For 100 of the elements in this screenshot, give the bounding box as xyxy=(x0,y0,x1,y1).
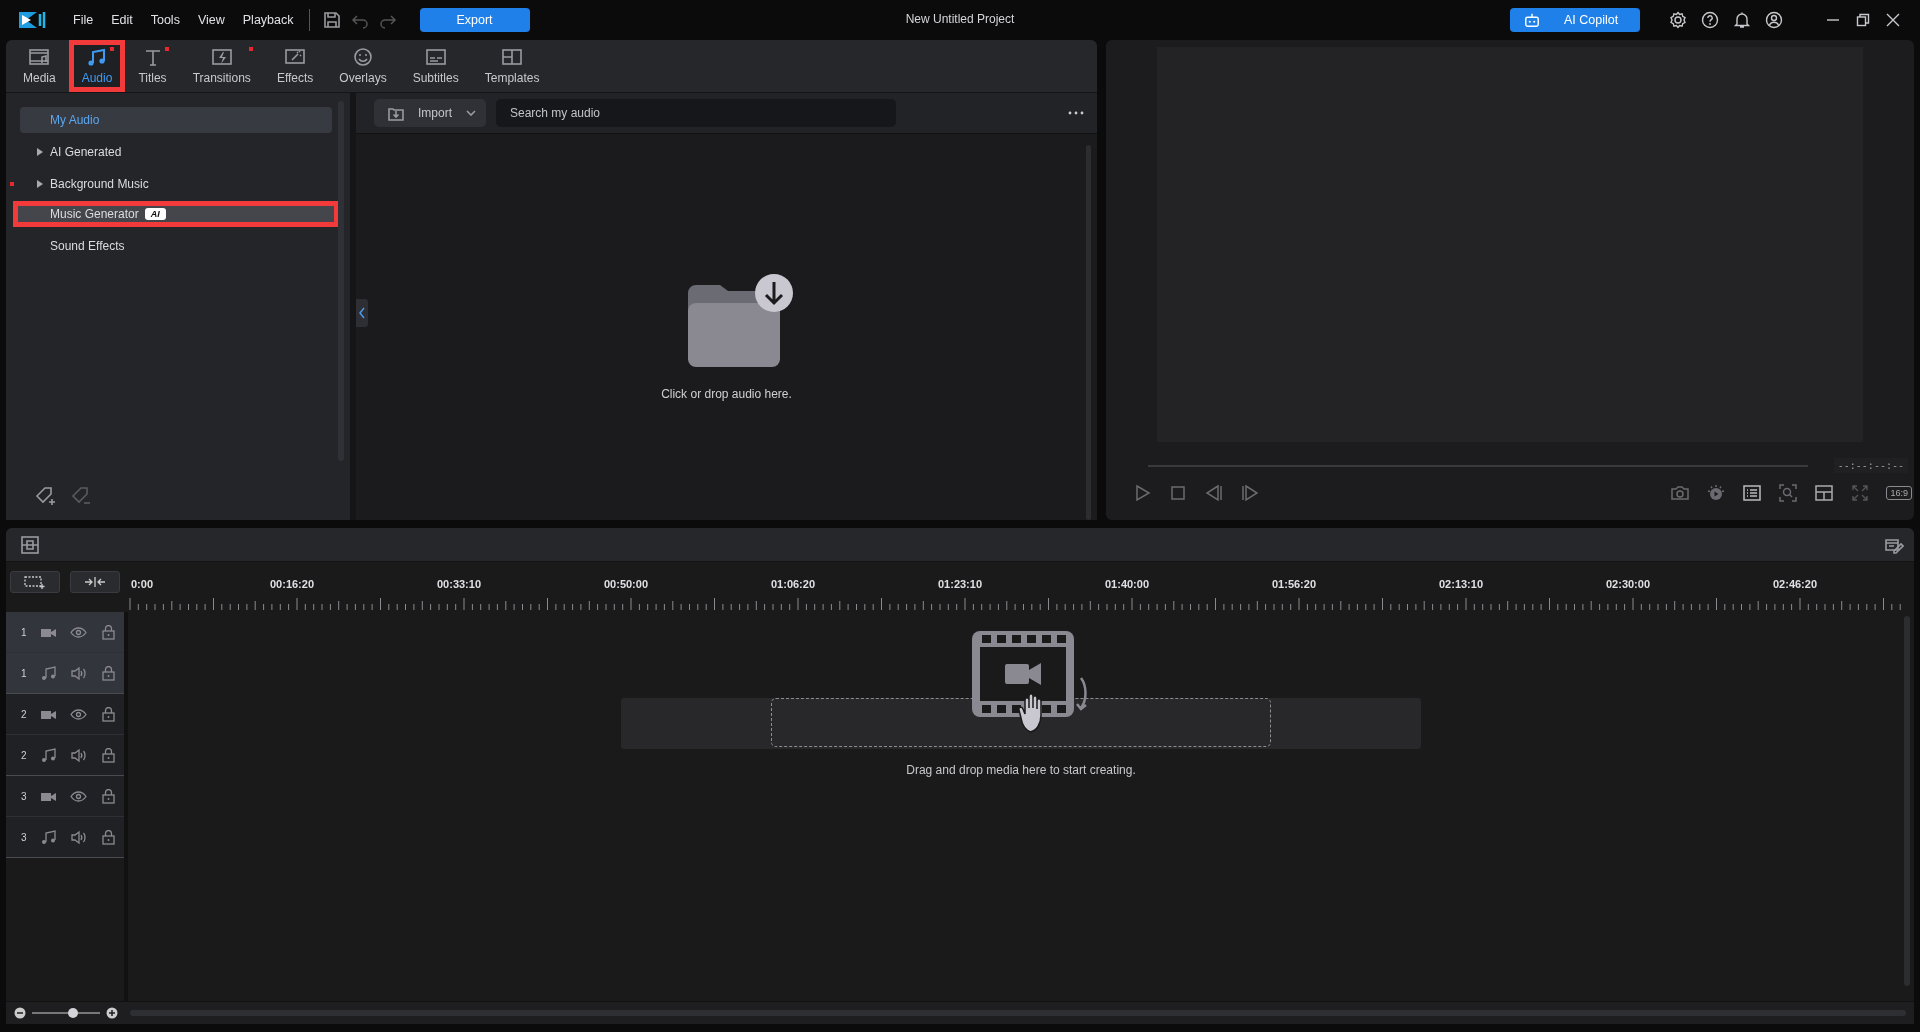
track-add-icon xyxy=(23,575,47,589)
zoom-icon[interactable] xyxy=(1778,483,1799,503)
eye-icon[interactable] xyxy=(70,624,87,640)
ruler-label: 01:56:20 xyxy=(1272,578,1316,590)
effects-icon xyxy=(284,47,307,67)
ruler-label: 00:50:00 xyxy=(604,578,648,590)
track-header[interactable]: 2 xyxy=(6,694,124,735)
templates-icon xyxy=(501,47,524,67)
previous-frame-icon[interactable] xyxy=(1204,483,1224,503)
music-note-icon xyxy=(40,665,57,681)
category-item[interactable]: Background Music xyxy=(20,171,332,197)
track-number: 2 xyxy=(21,749,27,761)
fit-icon xyxy=(83,575,107,589)
category-item[interactable]: AI Generated xyxy=(20,139,332,165)
track-number: 3 xyxy=(21,831,27,843)
music-note-icon xyxy=(40,747,57,763)
settings-icon[interactable] xyxy=(1669,11,1687,29)
import-button[interactable]: Import xyxy=(374,99,486,127)
list-icon[interactable] xyxy=(1742,483,1763,503)
track-number: 1 xyxy=(21,626,27,638)
fit-timeline-button[interactable] xyxy=(70,571,120,593)
search-field[interactable]: Search my audio xyxy=(496,99,896,127)
empty-message: Click or drop audio here. xyxy=(661,387,792,401)
expand-arrow-icon[interactable] xyxy=(36,180,43,188)
track-number: 2 xyxy=(21,708,27,720)
playback-quality-icon[interactable] xyxy=(1706,483,1727,503)
lock-icon[interactable] xyxy=(100,665,117,681)
ruler-label: 0:00 xyxy=(131,578,154,590)
camera-icon[interactable] xyxy=(1670,483,1691,503)
library-tab[interactable]: Effects xyxy=(263,40,327,92)
library-tab[interactable]: Audio xyxy=(68,40,126,92)
track-header[interactable]: 3 xyxy=(6,776,124,817)
library-tab[interactable]: Overlays xyxy=(326,40,400,92)
menu-item[interactable]: Edit xyxy=(102,9,142,31)
eye-icon[interactable] xyxy=(70,788,87,804)
lock-icon[interactable] xyxy=(100,706,117,722)
zoom-in-icon[interactable] xyxy=(106,1007,118,1019)
track-header[interactable]: 1 xyxy=(6,653,124,694)
transitions-icon xyxy=(210,47,233,67)
collapse-handle[interactable] xyxy=(356,299,368,327)
more-icon[interactable] xyxy=(1067,110,1085,116)
export-button[interactable]: Export xyxy=(419,8,530,32)
import-icon xyxy=(388,105,404,121)
app-logo xyxy=(18,10,48,30)
menu-item[interactable]: View xyxy=(188,9,234,31)
bell-icon[interactable] xyxy=(1733,11,1751,29)
next-frame-icon[interactable] xyxy=(1240,483,1260,503)
lock-icon[interactable] xyxy=(100,747,117,763)
eye-icon[interactable] xyxy=(70,706,87,722)
close-icon[interactable] xyxy=(1886,13,1900,27)
category-item[interactable]: My Audio xyxy=(20,107,332,133)
zoom-out-icon[interactable] xyxy=(14,1007,26,1019)
account-icon[interactable] xyxy=(1765,11,1783,29)
add-track-button[interactable] xyxy=(10,571,60,593)
lock-icon[interactable] xyxy=(100,829,117,845)
track-manager-icon[interactable] xyxy=(20,534,40,555)
window-title: New Untitled Project xyxy=(905,12,1015,26)
save-icon[interactable] xyxy=(322,11,341,29)
scrollbar[interactable] xyxy=(338,101,344,461)
library-tab[interactable]: Media xyxy=(10,40,69,92)
track-header[interactable]: 2 xyxy=(6,735,124,776)
music-note-icon xyxy=(40,829,57,845)
track-header[interactable]: 1 xyxy=(6,612,124,653)
expand-arrow-icon[interactable] xyxy=(36,148,43,156)
drop-zone[interactable] xyxy=(621,698,1421,749)
aspect-ratio-button[interactable]: 16:9 xyxy=(1886,486,1912,500)
copilot-button[interactable]: AI Copilot xyxy=(1510,8,1640,32)
track-header[interactable]: 3 xyxy=(6,817,124,858)
ruler-label: 01:06:20 xyxy=(771,578,815,590)
ruler-label: 01:40:00 xyxy=(1105,578,1149,590)
library-tab[interactable]: Subtitles xyxy=(399,40,472,92)
menu-item[interactable]: File xyxy=(64,9,103,31)
speaker-icon[interactable] xyxy=(70,829,87,845)
media-icon xyxy=(28,47,51,67)
scrollbar[interactable] xyxy=(1086,145,1091,520)
ruler-label: 02:13:10 xyxy=(1439,578,1483,590)
library-tab[interactable]: Templates xyxy=(471,40,553,92)
menu-item[interactable]: Playback xyxy=(233,9,303,31)
library-tab[interactable]: Titles xyxy=(125,40,180,92)
robot-icon xyxy=(1524,12,1540,28)
caret-icon xyxy=(466,110,476,116)
ai-badge: AI xyxy=(144,208,166,220)
ruler-label: 02:46:20 xyxy=(1773,578,1817,590)
menu-item[interactable]: Tools xyxy=(141,9,189,31)
speaker-icon[interactable] xyxy=(70,665,87,681)
category-item[interactable]: Sound Effects xyxy=(20,233,332,259)
help-icon[interactable] xyxy=(1701,11,1719,29)
layout-icon[interactable] xyxy=(1814,483,1835,503)
library-tab[interactable]: Transitions xyxy=(179,40,264,92)
lock-icon[interactable] xyxy=(100,788,117,804)
subtitles-icon xyxy=(424,47,447,67)
add-tag-icon[interactable] xyxy=(34,486,56,508)
ruler-label: 02:30:00 xyxy=(1606,578,1650,590)
lock-icon[interactable] xyxy=(100,624,117,640)
slider-thumb[interactable] xyxy=(67,1008,78,1018)
category-item[interactable]: Music Generator AI xyxy=(13,201,339,227)
ruler-label: 01:23:10 xyxy=(938,578,982,590)
ruler-label: 00:16:20 xyxy=(270,578,314,590)
speaker-icon[interactable] xyxy=(70,747,87,763)
restore-icon[interactable] xyxy=(1856,13,1870,27)
